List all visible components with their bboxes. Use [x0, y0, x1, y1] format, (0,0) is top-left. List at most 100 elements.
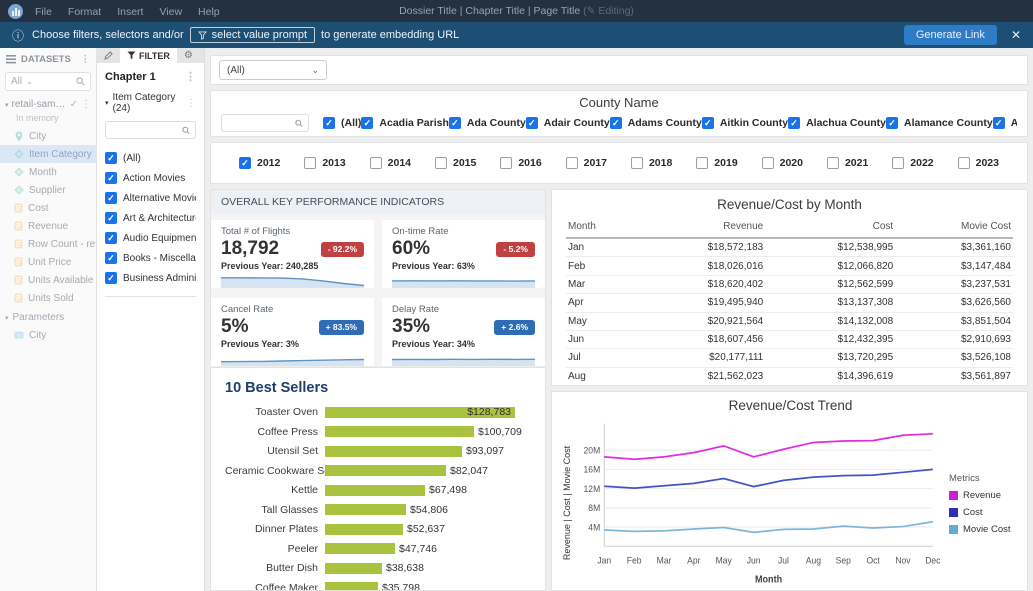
caret-down-icon[interactable]: ▾	[5, 314, 9, 322]
tab-settings[interactable]: ⚙	[177, 48, 200, 63]
filter-option-action-movies[interactable]: Action Movies	[105, 168, 196, 188]
year-option-2013[interactable]: 2013	[304, 157, 345, 169]
checkbox-checked[interactable]	[105, 152, 117, 164]
year-option-2015[interactable]: 2015	[435, 157, 476, 169]
checkbox-checked[interactable]	[702, 117, 714, 129]
year-option-2023[interactable]: 2023	[958, 157, 999, 169]
menu-insert[interactable]: Insert	[117, 6, 143, 18]
county-option-acadia-parish[interactable]: Acadia Parish	[361, 117, 448, 129]
checkbox-checked[interactable]	[610, 117, 622, 129]
year-option-2016[interactable]: 2016	[500, 157, 541, 169]
bar[interactable]	[325, 465, 446, 476]
checkbox-unchecked[interactable]	[827, 157, 839, 169]
filter-option-all[interactable]: (All)	[105, 148, 196, 168]
year-option-2020[interactable]: 2020	[762, 157, 803, 169]
checkbox-checked[interactable]	[105, 212, 117, 224]
bar[interactable]	[325, 485, 425, 496]
county-option-alamance-county[interactable]: Alamance County	[886, 117, 993, 129]
bar[interactable]	[325, 446, 462, 457]
filter-option-books-miscellaneous[interactable]: Books - Miscellaneous	[105, 248, 196, 268]
filter-option-business-administration[interactable]: Business Administration	[105, 268, 196, 288]
dataset-menu-icon[interactable]: ⋮	[81, 99, 91, 110]
checkbox-checked[interactable]	[105, 232, 117, 244]
tab-edit[interactable]	[97, 48, 120, 63]
generate-link-button[interactable]: Generate Link	[904, 25, 997, 45]
bar[interactable]: $128,783	[325, 407, 515, 418]
year-option-2022[interactable]: 2022	[892, 157, 933, 169]
filter-option-audio-equipment[interactable]: Audio Equipment	[105, 228, 196, 248]
column-header-movie-cost[interactable]: Movie Cost	[895, 218, 1013, 238]
sidebar-item-month[interactable]: Month	[0, 163, 96, 181]
checkbox-checked[interactable]	[449, 117, 461, 129]
column-header-month[interactable]: Month	[566, 218, 635, 238]
search-icon[interactable]	[76, 77, 85, 86]
tab-filter[interactable]: FILTER	[120, 48, 177, 63]
checkbox-unchecked[interactable]	[304, 157, 316, 169]
menu-view[interactable]: View	[159, 6, 182, 18]
checkbox-checked[interactable]	[788, 117, 800, 129]
datasets-filter-bar[interactable]: All ⌄	[5, 72, 91, 91]
select-value-prompt-button[interactable]: select value prompt	[190, 27, 315, 43]
checkbox-checked[interactable]	[105, 272, 117, 284]
line-series-cost[interactable]	[604, 469, 933, 488]
sidebar-item-item-category[interactable]: Item Category	[0, 145, 96, 163]
checkbox-checked[interactable]	[361, 117, 373, 129]
bar[interactable]	[325, 524, 403, 535]
checkbox-unchecked[interactable]	[631, 157, 643, 169]
line-series-revenue[interactable]	[604, 434, 933, 459]
filter-group-row[interactable]: ▾ Item Category (24) ⋮	[105, 92, 196, 121]
trend-line-chart[interactable]: 4M8M12M16M20MJanFebMarAprMayJunJulAugSep…	[574, 415, 949, 590]
year-option-2014[interactable]: 2014	[370, 157, 411, 169]
caret-down-icon[interactable]: ▾	[105, 99, 109, 107]
parameters-header[interactable]: ▾ Parameters	[0, 307, 96, 326]
county-option-aitkin-county[interactable]: Aitkin County	[702, 117, 788, 129]
sidebar-item-units-sold[interactable]: Units Sold	[0, 289, 96, 307]
sidebar-item-units-available[interactable]: Units Available	[0, 271, 96, 289]
checkbox-unchecked[interactable]	[566, 157, 578, 169]
county-option-alamed[interactable]: Alamed	[993, 117, 1017, 129]
checkbox-checked[interactable]	[105, 252, 117, 264]
county-option-adams-county[interactable]: Adams County	[610, 117, 702, 129]
filter-search-box[interactable]	[105, 121, 196, 139]
legend-item-revenue[interactable]: Revenue	[949, 490, 1021, 501]
chapter-menu-icon[interactable]: ⋮	[185, 70, 196, 83]
sidebar-item-row-count-ret[interactable]: Row Count - ret...	[0, 235, 96, 253]
caret-down-icon[interactable]: ▾	[5, 101, 9, 109]
menu-file[interactable]: File	[35, 6, 52, 18]
checkbox-unchecked[interactable]	[762, 157, 774, 169]
checkbox-unchecked[interactable]	[892, 157, 904, 169]
year-option-2018[interactable]: 2018	[631, 157, 672, 169]
sidebar-item-supplier[interactable]: Supplier	[0, 181, 96, 199]
bar[interactable]	[325, 504, 406, 515]
county-option-all[interactable]: (All)	[323, 117, 361, 129]
parameter-item-city[interactable]: xCity	[0, 326, 96, 344]
year-option-2012[interactable]: 2012	[239, 157, 280, 169]
menu-help[interactable]: Help	[198, 6, 220, 18]
sidebar-item-city[interactable]: City	[0, 127, 96, 145]
checkbox-unchecked[interactable]	[370, 157, 382, 169]
legend-item-movie-cost[interactable]: Movie Cost	[949, 524, 1021, 535]
checkbox-checked[interactable]	[886, 117, 898, 129]
checkbox-checked[interactable]	[105, 172, 117, 184]
app-logo-icon[interactable]	[8, 4, 23, 19]
county-search-box[interactable]	[221, 114, 309, 132]
legend-item-cost[interactable]: Cost	[949, 507, 1021, 518]
filter-search-input[interactable]	[111, 125, 182, 136]
checkbox-unchecked[interactable]	[500, 157, 512, 169]
bar[interactable]	[325, 543, 395, 554]
filter-option-alternative-movies[interactable]: Alternative Movies	[105, 188, 196, 208]
checkbox-checked[interactable]	[526, 117, 538, 129]
year-option-2019[interactable]: 2019	[696, 157, 737, 169]
year-option-2021[interactable]: 2021	[827, 157, 868, 169]
filter-option-art-architecture[interactable]: Art & Architecture	[105, 208, 196, 228]
close-banner-icon[interactable]: ✕	[1011, 28, 1021, 42]
all-dropdown[interactable]: (All) ⌄	[219, 60, 327, 80]
checkbox-checked[interactable]	[993, 117, 1005, 129]
sidebar-item-revenue[interactable]: Revenue	[0, 217, 96, 235]
sidebar-item-cost[interactable]: Cost	[0, 199, 96, 217]
county-search-input[interactable]	[227, 118, 295, 129]
column-header-revenue[interactable]: Revenue	[635, 218, 765, 238]
bar[interactable]	[325, 563, 382, 574]
bar[interactable]	[325, 426, 474, 437]
county-option-adair-county[interactable]: Adair County	[526, 117, 610, 129]
